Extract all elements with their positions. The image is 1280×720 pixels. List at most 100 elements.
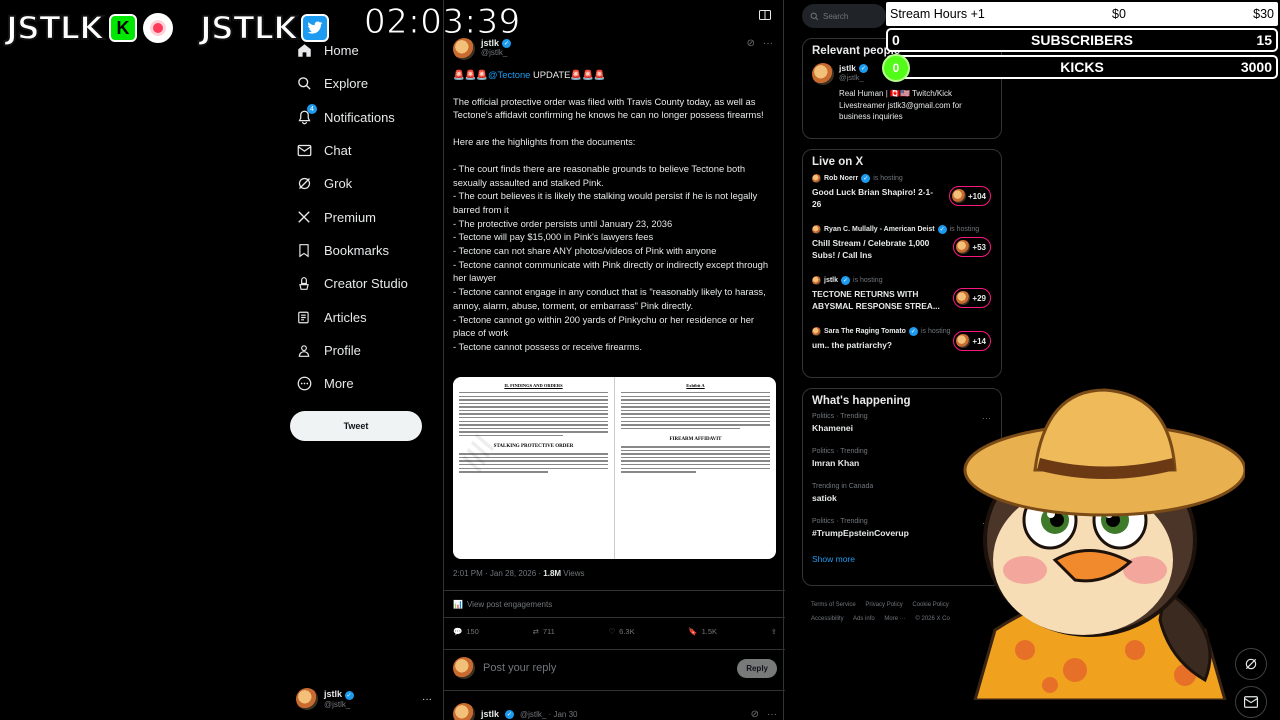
listener-count: +104 (948, 186, 991, 206)
post-image-documents[interactable]: II. FINDINGS AND ORDERS STALKING PROTECT… (453, 377, 776, 559)
live-host: jstlk ✓ is hosting (812, 276, 992, 285)
grok-floating-button[interactable] (1235, 648, 1267, 680)
bookmark-icon: 🔖 (688, 627, 698, 636)
nav-home-label: Home (324, 43, 359, 59)
nav-chat-label: Chat (324, 143, 352, 159)
left-navigation: Home Explore 4 Notifications Chat Grok P… (290, 34, 430, 400)
grok-icon[interactable]: ⊘ (751, 709, 759, 720)
heart-icon: ♡ (608, 627, 616, 636)
footer-link[interactable]: Privacy Policy (865, 602, 902, 608)
tweet-button[interactable]: Tweet (290, 411, 422, 441)
next-post-actions: ⊘ ··· (751, 709, 777, 720)
nav-chat[interactable]: Chat (290, 134, 430, 167)
bookmark-icon (296, 242, 312, 258)
more-dots-icon[interactable]: ··· (767, 709, 777, 720)
listener-count: +53 (953, 237, 991, 257)
more-dots-icon[interactable]: ··· (422, 694, 432, 705)
avatar[interactable] (812, 63, 834, 85)
nav-grok[interactable]: Grok (290, 167, 430, 200)
messages-floating-button[interactable] (1235, 686, 1267, 718)
repost-stat[interactable]: ⇄ 711 (533, 627, 555, 636)
live-item[interactable]: Rob Noerr ✓ is hosting Good Luck Brian Sha… (803, 168, 1001, 219)
avatar (951, 189, 966, 203)
search-placeholder: Search (823, 11, 849, 21)
live-item[interactable]: Sara The Raging Tomato ✓ is hosting um.. t… (803, 321, 1001, 361)
view-engagements-link[interactable]: 📊 View post engagements (453, 600, 552, 609)
nav-bookmarks[interactable]: Bookmarks (290, 234, 430, 267)
nav-creator-studio[interactable]: Creator Studio (290, 267, 430, 300)
grok-icon (1245, 658, 1257, 670)
bell-icon: 4 (296, 104, 317, 125)
subs-label: SUBSCRIBERS (1031, 32, 1133, 48)
footer-link[interactable]: Terms of Service (811, 602, 856, 608)
search-icon (810, 12, 819, 20)
post-author-handle[interactable]: @jstlk_ (481, 48, 511, 57)
nav-profile-label: Profile (324, 342, 361, 358)
post-top-actions: ⊘ ··· (747, 38, 773, 49)
live-title: Good Luck Brian Shapiro! 2-1-26 (812, 187, 933, 209)
reply-icon: 💬 (453, 627, 463, 636)
verified-icon: ✓ (841, 276, 851, 285)
nav-notifications-label: Notifications (324, 109, 395, 125)
record-icon (142, 13, 173, 43)
kicks-label: KICKS (1060, 59, 1104, 75)
nav-notifications[interactable]: 4 Notifications (290, 101, 430, 134)
nav-more-label: More (324, 376, 354, 392)
reply-button[interactable]: Reply (737, 658, 777, 678)
stream-timer: 02:03:39 (364, 2, 521, 43)
share-stat[interactable]: ⇪ (771, 627, 777, 636)
relevant-user-name[interactable]: jstlk ✓ (839, 63, 869, 73)
live-host: Rob Noerr ✓ is hosting (812, 174, 992, 183)
footer-link[interactable]: Cookie Policy (912, 602, 948, 608)
kick-logo-icon: K (108, 14, 137, 42)
mention-link[interactable]: @Tectone (488, 69, 530, 80)
search-input[interactable]: Search (802, 4, 886, 28)
post-paragraph-1: The official protective order was filed … (453, 95, 764, 121)
reader-mode-icon[interactable] (759, 9, 771, 23)
siren-emoji: 🚨🚨🚨 (453, 69, 489, 80)
doc-left-title: II. FINDINGS AND ORDERS (504, 383, 563, 388)
subscribers-goal: 0 SUBSCRIBERS 15 (886, 28, 1278, 52)
avatar (956, 334, 971, 348)
post-title-suffix: UPDATE (530, 69, 571, 80)
stream-hours-label: Stream Hours +1 (890, 7, 985, 21)
more-dots-icon[interactable]: ··· (763, 38, 773, 49)
account-switcher[interactable]: jstlk ✓ @jstlk_ ··· (296, 688, 432, 710)
live-on-x-card: Live on X Rob Noerr ✓ is hosting Good Luck… (802, 149, 1002, 378)
avatar (812, 276, 821, 285)
nav-premium[interactable]: Premium (290, 200, 430, 233)
search-icon (296, 76, 312, 92)
divider (444, 649, 785, 650)
avatar[interactable] (453, 703, 475, 720)
footer-link[interactable]: Ads info (853, 616, 875, 622)
share-icon: ⇪ (770, 627, 777, 636)
live-item[interactable]: Ryan C. Mullally - American Deist ✓ is hos… (803, 219, 1001, 270)
next-post-author[interactable]: jstlk (481, 709, 499, 719)
next-post-header[interactable]: jstlk ✓ @jstlk_ · Jan 30 ⊘ ··· (453, 703, 777, 720)
verified-icon: ✓ (344, 691, 354, 700)
nav-articles-label: Articles (324, 309, 367, 325)
live-item[interactable]: jstlk ✓ is hosting TECTONE RETURNS WITH AB… (803, 270, 1001, 321)
grok-icon[interactable]: ⊘ (747, 38, 755, 49)
siren-emoji-2: 🚨🚨🚨 (570, 69, 606, 80)
reply-stat[interactable]: 💬 150 (453, 627, 479, 636)
verified-icon: ✓ (937, 225, 947, 234)
mail-icon (296, 143, 312, 159)
nav-articles[interactable]: Articles (290, 300, 430, 333)
bookmark-stat[interactable]: 🔖 1.5K (688, 627, 717, 636)
reply-input[interactable]: Post your reply (483, 662, 556, 674)
doc-right-heading: FIREARM AFFIDAVIT (669, 437, 722, 443)
stream-brand-secondary: JSTLK (199, 8, 329, 48)
notification-badge: 4 (307, 104, 317, 115)
twitter-bird-icon (300, 14, 329, 42)
post-title-line: 🚨🚨🚨@Tectone UPDATE🚨🚨🚨 (453, 68, 779, 82)
footer-link[interactable]: More ··· (884, 616, 905, 622)
footer-link[interactable]: Accessibility (811, 616, 844, 622)
like-stat[interactable]: ♡ 6.3K (608, 627, 634, 636)
repost-icon: ⇄ (532, 627, 539, 636)
nav-more[interactable]: More (290, 367, 430, 400)
x-icon (296, 209, 312, 225)
nav-explore[interactable]: Explore (290, 67, 430, 100)
nav-profile[interactable]: Profile (290, 334, 430, 367)
relevant-user-bio: Real Human | 🇨🇦🇺🇸 Twitch/Kick Livestream… (839, 89, 962, 121)
